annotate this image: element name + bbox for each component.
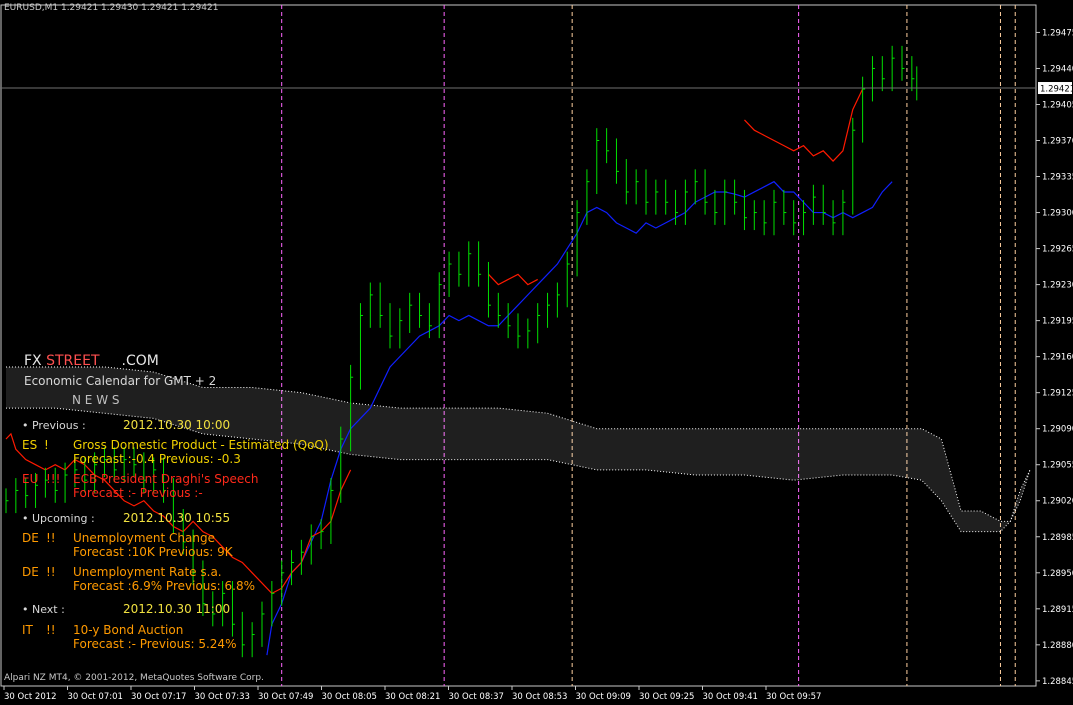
y-tick-label: 1.28950 bbox=[1042, 569, 1073, 579]
event-impact: !! bbox=[46, 531, 56, 545]
x-tick-label: 30 Oct 09:41 bbox=[703, 692, 758, 702]
previous-time: 2012.10.30 10:00 bbox=[123, 418, 231, 432]
event-country: IT bbox=[22, 623, 33, 637]
y-tick-label: 1.29125 bbox=[1042, 389, 1073, 399]
x-tick-label: 30 Oct 09:09 bbox=[576, 692, 631, 702]
event-detail: Forecast :- Previous: 5.24% bbox=[73, 637, 237, 651]
x-tick-label: 30 Oct 2012 bbox=[4, 692, 57, 702]
y-tick-label: 1.29055 bbox=[1042, 461, 1073, 471]
x-tick-label: 30 Oct 08:05 bbox=[322, 692, 377, 702]
fxstreet-logo: FX STREET .COM bbox=[24, 353, 159, 369]
x-tick-label: 30 Oct 08:53 bbox=[512, 692, 567, 702]
mt4-chart-window[interactable]: { "chart_title": "EURUSD,M1 1.29421 1.29… bbox=[0, 0, 1073, 705]
y-tick-label: 1.29160 bbox=[1042, 353, 1073, 363]
event-impact: !! bbox=[46, 623, 56, 637]
y-tick-label: 1.28985 bbox=[1042, 533, 1073, 543]
upcoming-label: • Upcoming : bbox=[22, 512, 95, 525]
price-chart[interactable]: 1.29421 1.29475 1.29440 1.29405 1.29370 1.293… bbox=[0, 0, 1073, 705]
current-price-label: 1.29421 bbox=[1040, 85, 1073, 95]
event-detail: Forecast :- Previous :- bbox=[73, 486, 203, 500]
y-tick-label: 1.29335 bbox=[1042, 173, 1073, 183]
event-title: Gross Domestic Product - Estimated (QoQ) bbox=[73, 438, 329, 452]
x-tick-label: 30 Oct 07:17 bbox=[131, 692, 186, 702]
event-title: Unemployment Change bbox=[73, 531, 215, 545]
event-title: ECB President Draghi's Speech bbox=[73, 472, 259, 486]
event-detail: Forecast :10K Previous: 9K bbox=[73, 545, 233, 559]
y-tick-label: 1.29265 bbox=[1042, 245, 1073, 255]
y-tick-label: 1.29370 bbox=[1042, 137, 1073, 147]
y-tick-label: 1.29405 bbox=[1042, 100, 1073, 110]
event-country: EU bbox=[22, 472, 39, 486]
x-tick-label: 30 Oct 07:49 bbox=[258, 692, 313, 702]
y-tick-label: 1.28915 bbox=[1042, 605, 1073, 615]
y-tick-label: 1.29230 bbox=[1042, 281, 1073, 291]
event-title: 10-y Bond Auction bbox=[73, 623, 184, 637]
y-tick-label: 1.28845 bbox=[1042, 677, 1073, 687]
y-tick-label: 1.29090 bbox=[1042, 425, 1073, 435]
calendar-subtitle: Economic Calendar for GMT + 2 bbox=[24, 374, 217, 388]
event-detail: Forecast :-0.4 Previous: -0.3 bbox=[73, 452, 241, 466]
y-tick-label: 1.28880 bbox=[1042, 641, 1073, 651]
event-country: ES bbox=[22, 438, 38, 452]
event-title: Unemployment Rate s.a. bbox=[73, 565, 222, 579]
y-tick-label: 1.29475 bbox=[1042, 28, 1073, 38]
x-tick-label: 30 Oct 07:33 bbox=[195, 692, 250, 702]
next-label: • Next : bbox=[22, 603, 65, 616]
x-tick-label: 30 Oct 07:01 bbox=[68, 692, 123, 702]
y-tick-label: 1.29300 bbox=[1042, 209, 1073, 219]
previous-label: • Previous : bbox=[22, 419, 86, 432]
chart-background bbox=[0, 0, 1073, 705]
upcoming-time: 2012.10.30 10:55 bbox=[123, 511, 231, 525]
next-time: 2012.10.30 11:00 bbox=[123, 602, 231, 616]
event-detail: Forecast :6.9% Previous: 6.8% bbox=[73, 579, 255, 593]
y-tick-label: 1.29020 bbox=[1042, 497, 1073, 507]
copyright-text: Alpari NZ MT4, © 2001-2012, MetaQuotes S… bbox=[4, 673, 264, 683]
x-tick-label: 30 Oct 08:37 bbox=[449, 692, 504, 702]
event-country: DE bbox=[22, 531, 39, 545]
x-tick-label: 30 Oct 08:21 bbox=[385, 692, 440, 702]
event-impact: !! bbox=[46, 565, 56, 579]
event-country: DE bbox=[22, 565, 39, 579]
news-header: N E W S bbox=[72, 393, 120, 407]
y-tick-label: 1.29195 bbox=[1042, 317, 1073, 327]
event-impact: ! bbox=[44, 438, 49, 452]
x-tick-label: 30 Oct 09:25 bbox=[639, 692, 694, 702]
y-tick-label: 1.29440 bbox=[1042, 64, 1073, 74]
x-tick-label: 30 Oct 09:57 bbox=[766, 692, 821, 702]
event-impact: !!! bbox=[46, 472, 61, 486]
chart-title: EURUSD,M1 1.29421 1.29430 1.29421 1.2942… bbox=[4, 3, 219, 13]
